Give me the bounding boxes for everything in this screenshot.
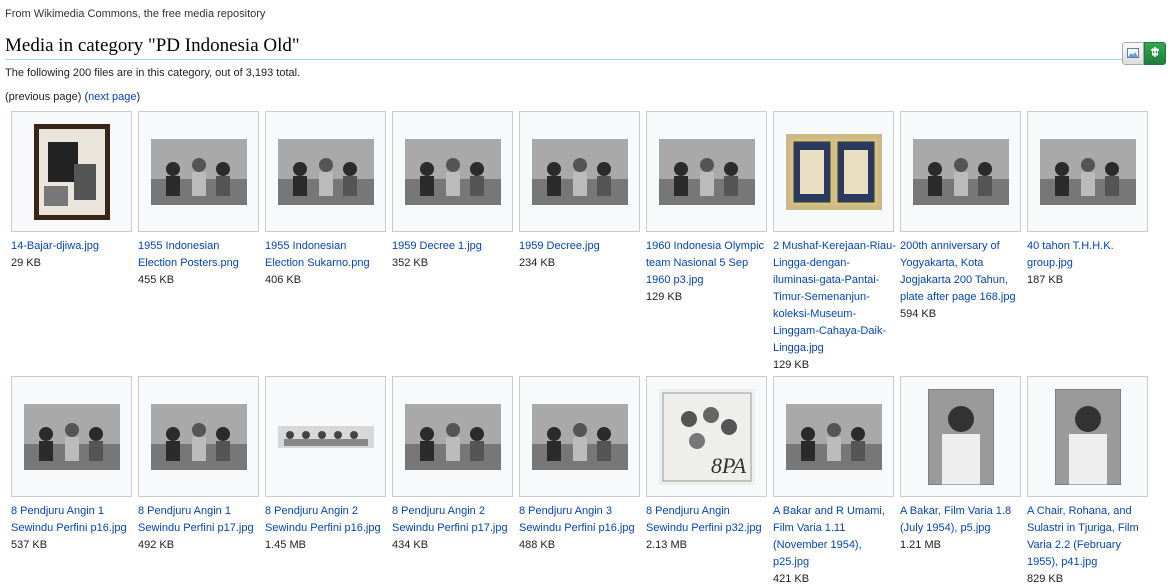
file-thumbnail[interactable]: 8PA bbox=[646, 376, 767, 497]
category-summary: The following 200 files are in this cate… bbox=[5, 67, 301, 79]
gallery-item: 8 Pendjuru Angin 1 Sewindu Perfini p17.j… bbox=[138, 376, 265, 554]
file-size: 234 KB bbox=[519, 257, 556, 269]
file-name-link[interactable]: 1959 Decree 1.jpg bbox=[392, 240, 482, 252]
file-thumbnail[interactable] bbox=[392, 376, 513, 497]
file-size: 434 KB bbox=[392, 539, 429, 551]
file-thumbnail[interactable] bbox=[519, 376, 640, 497]
gallery-item: 14-Bajar-djiwa.jpg 29 KB bbox=[11, 111, 138, 272]
file-name-link[interactable]: 8 Pendjuru Angin Sewindu Perfini p32.jpg bbox=[646, 505, 762, 534]
expand-view-button[interactable] bbox=[1144, 42, 1166, 65]
gallery-item: 8 Pendjuru Angin 2 Sewindu Perfini p17.j… bbox=[392, 376, 519, 554]
file-name-link[interactable]: A Chair, Rohana, and Sulastri in Tjuriga… bbox=[1027, 505, 1139, 568]
file-name-link[interactable]: A Bakar, Film Varia 1.8 (July 1954), p5.… bbox=[900, 505, 1011, 534]
file-thumbnail[interactable] bbox=[1027, 111, 1148, 232]
gallery-item: 1955 Indonesian Election Sukarno.png 406 … bbox=[265, 111, 392, 289]
gallery-item: 8 Pendjuru Angin 3 Sewindu Perfini p16.j… bbox=[519, 376, 646, 554]
file-size: 406 KB bbox=[265, 274, 302, 286]
file-thumbnail[interactable] bbox=[773, 376, 894, 497]
pager: (previous page) (next page) bbox=[5, 91, 141, 103]
file-size: 829 KB bbox=[1027, 573, 1064, 585]
image-icon bbox=[1127, 45, 1139, 63]
file-size: 421 KB bbox=[773, 573, 810, 585]
file-thumbnail[interactable] bbox=[900, 111, 1021, 232]
view-toggle bbox=[1122, 42, 1166, 65]
file-thumbnail[interactable] bbox=[265, 376, 386, 497]
gallery-item: 1960 Indonesia Olympic team Nasional 5 S… bbox=[646, 111, 773, 306]
file-name-link[interactable]: 8 Pendjuru Angin 2 Sewindu Perfini p16.j… bbox=[265, 505, 381, 534]
file-name-link[interactable]: 1960 Indonesia Olympic team Nasional 5 S… bbox=[646, 240, 764, 286]
gallery-item: 1959 Decree 1.jpg 352 KB bbox=[392, 111, 519, 272]
page-title: Media in category "PD Indonesia Old" bbox=[5, 35, 1125, 60]
gallery-item: 1955 Indonesian Election Posters.png 455 … bbox=[138, 111, 265, 289]
file-thumbnail[interactable] bbox=[900, 376, 1021, 497]
file-name-link[interactable]: 8 Pendjuru Angin 1 Sewindu Perfini p17.j… bbox=[138, 505, 254, 534]
gallery-item: 2 Mushaf-Kerejaan-Riau-Lingga-dengan-ilu… bbox=[773, 111, 900, 374]
gallery-item: 8 Pendjuru Angin 1 Sewindu Perfini p16.j… bbox=[11, 376, 138, 554]
gallery-item: A Bakar and R Umami, Film Varia 1.11 (No… bbox=[773, 376, 900, 588]
file-thumbnail[interactable] bbox=[392, 111, 513, 232]
file-size: 29 KB bbox=[11, 257, 41, 269]
gallery-item: 40 tahon T.H.H.K. group.jpg 187 KB bbox=[1027, 111, 1154, 289]
file-name-link[interactable]: 40 tahon T.H.H.K. group.jpg bbox=[1027, 240, 1114, 269]
file-thumbnail[interactable] bbox=[11, 376, 132, 497]
file-size: 492 KB bbox=[138, 539, 175, 551]
file-size: 187 KB bbox=[1027, 274, 1064, 286]
file-size: 1.21 MB bbox=[900, 539, 941, 551]
svg-text:8PA: 8PA bbox=[711, 453, 747, 478]
next-page-link[interactable]: next page bbox=[88, 91, 136, 103]
file-thumbnail[interactable] bbox=[773, 111, 894, 232]
file-size: 2.13 MB bbox=[646, 539, 687, 551]
file-name-link[interactable]: 1955 Indonesian Election Sukarno.png bbox=[265, 240, 370, 269]
file-name-link[interactable]: A Bakar and R Umami, Film Varia 1.11 (No… bbox=[773, 505, 885, 568]
expand-icon bbox=[1149, 45, 1161, 63]
file-size: 455 KB bbox=[138, 274, 175, 286]
file-size: 488 KB bbox=[519, 539, 556, 551]
gallery-view-button[interactable] bbox=[1122, 42, 1144, 65]
file-size: 129 KB bbox=[646, 291, 683, 303]
file-size: 537 KB bbox=[11, 539, 48, 551]
file-name-link[interactable]: 14-Bajar-djiwa.jpg bbox=[11, 240, 99, 252]
file-name-link[interactable]: 8 Pendjuru Angin 2 Sewindu Perfini p17.j… bbox=[392, 505, 508, 534]
file-name-link[interactable]: 200th anniversary of Yogyakarta, Kota Jo… bbox=[900, 240, 1016, 303]
gallery-item: 8PA 8 Pendjuru Angin Sewindu Perfini p32.… bbox=[646, 376, 773, 554]
site-subtitle: From Wikimedia Commons, the free media r… bbox=[5, 8, 266, 20]
gallery-item: 200th anniversary of Yogyakarta, Kota Jo… bbox=[900, 111, 1027, 323]
file-thumbnail[interactable] bbox=[11, 111, 132, 232]
file-thumbnail[interactable] bbox=[265, 111, 386, 232]
file-size: 594 KB bbox=[900, 308, 937, 320]
gallery-item: 1959 Decree.jpg 234 KB bbox=[519, 111, 646, 272]
gallery-item: 8 Pendjuru Angin 2 Sewindu Perfini p16.j… bbox=[265, 376, 392, 554]
file-name-link[interactable]: 2 Mushaf-Kerejaan-Riau-Lingga-dengan-ilu… bbox=[773, 240, 896, 354]
file-size: 352 KB bbox=[392, 257, 429, 269]
file-name-link[interactable]: 1955 Indonesian Election Posters.png bbox=[138, 240, 239, 269]
file-size: 1.45 MB bbox=[265, 539, 306, 551]
file-thumbnail[interactable] bbox=[138, 111, 259, 232]
file-name-link[interactable]: 8 Pendjuru Angin 1 Sewindu Perfini p16.j… bbox=[11, 505, 127, 534]
file-thumbnail[interactable] bbox=[519, 111, 640, 232]
file-name-link[interactable]: 1959 Decree.jpg bbox=[519, 240, 600, 252]
file-thumbnail[interactable] bbox=[646, 111, 767, 232]
previous-page-link[interactable]: previous page bbox=[9, 91, 78, 103]
file-thumbnail[interactable] bbox=[1027, 376, 1148, 497]
gallery-item: A Chair, Rohana, and Sulastri in Tjuriga… bbox=[1027, 376, 1154, 588]
file-size: 129 KB bbox=[773, 359, 810, 371]
gallery-item: A Bakar, Film Varia 1.8 (July 1954), p5.… bbox=[900, 376, 1027, 554]
file-thumbnail[interactable] bbox=[138, 376, 259, 497]
file-name-link[interactable]: 8 Pendjuru Angin 3 Sewindu Perfini p16.j… bbox=[519, 505, 635, 534]
